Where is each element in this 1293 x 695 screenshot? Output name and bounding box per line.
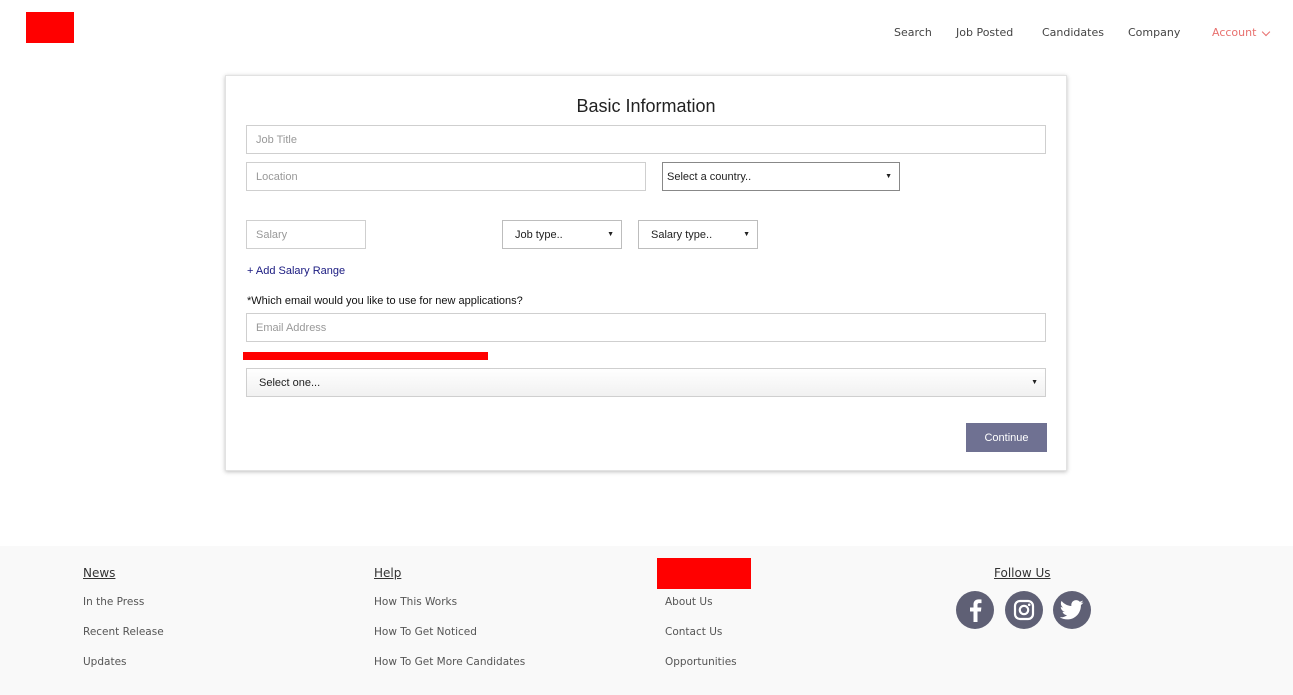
footer-link-recent-release[interactable]: Recent Release	[83, 626, 164, 638]
salary-input[interactable]	[246, 220, 366, 249]
nav-search[interactable]: Search	[894, 26, 932, 39]
add-salary-range-link[interactable]: + Add Salary Range	[247, 265, 345, 277]
footer-heading-follow-us: Follow Us	[994, 566, 1051, 580]
footer-link-updates[interactable]: Updates	[83, 656, 127, 668]
twitter-icon[interactable]	[1053, 591, 1091, 629]
twitter-glyph	[1060, 600, 1084, 620]
nav-account[interactable]: Account	[1212, 26, 1271, 39]
nav-candidates[interactable]: Candidates	[1042, 26, 1104, 39]
application-select[interactable]: Select one... ▼	[246, 368, 1046, 397]
dropdown-arrow-icon: ▼	[1031, 379, 1038, 386]
page-title: Basic Information	[576, 96, 716, 116]
footer: News In the Press Recent Release Updates…	[0, 546, 1293, 695]
redacted-label	[243, 352, 488, 360]
footer-heading-news[interactable]: News	[83, 566, 115, 580]
dropdown-arrow-icon: ▼	[607, 231, 614, 238]
continue-button[interactable]: Continue	[966, 423, 1047, 452]
facebook-icon[interactable]	[956, 591, 994, 629]
location-input[interactable]	[246, 162, 646, 191]
email-question-label: *Which email would you like to use for n…	[247, 295, 523, 307]
footer-link-about-us[interactable]: About Us	[665, 596, 713, 608]
application-select-value: Select one...	[259, 376, 321, 389]
facebook-glyph	[970, 599, 982, 622]
dropdown-arrow-icon: ▼	[885, 173, 892, 180]
salary-type-select[interactable]: Salary type.. ▼	[638, 220, 758, 249]
country-select-value: Select a country..	[667, 170, 752, 183]
footer-link-how-to-get-more-candidates[interactable]: How To Get More Candidates	[374, 656, 525, 668]
footer-link-how-to-get-noticed[interactable]: How To Get Noticed	[374, 626, 477, 638]
footer-link-how-this-works[interactable]: How This Works	[374, 596, 457, 608]
instagram-icon[interactable]	[1005, 591, 1043, 629]
country-select[interactable]: Select a country.. ▼	[662, 162, 900, 191]
basic-info-card: Basic Information Select a country.. ▼ J…	[225, 75, 1067, 471]
salary-type-select-value: Salary type..	[651, 228, 713, 241]
job-title-input[interactable]	[246, 125, 1046, 154]
dropdown-arrow-icon: ▼	[743, 231, 750, 238]
footer-link-contact-us[interactable]: Contact Us	[665, 626, 722, 638]
nav-account-label: Account	[1212, 26, 1257, 39]
top-nav: Search Job Posted Candidates Company Acc…	[0, 26, 1293, 40]
footer-logo-redacted	[657, 558, 751, 589]
email-input[interactable]	[246, 313, 1046, 342]
job-type-select-value: Job type..	[515, 228, 563, 241]
nav-job-posted[interactable]: Job Posted	[956, 26, 1013, 39]
chevron-down-icon	[1262, 27, 1271, 37]
job-type-select[interactable]: Job type.. ▼	[502, 220, 622, 249]
footer-link-in-the-press[interactable]: In the Press	[83, 596, 144, 608]
footer-heading-help[interactable]: Help	[374, 566, 401, 580]
footer-link-opportunities[interactable]: Opportunities	[665, 656, 737, 668]
instagram-glyph	[1013, 599, 1035, 621]
nav-company[interactable]: Company	[1128, 26, 1180, 39]
